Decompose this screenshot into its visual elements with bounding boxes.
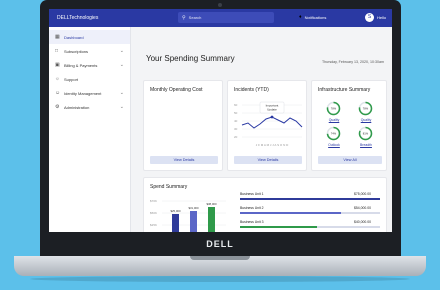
bar-label: $31,000 xyxy=(188,206,199,210)
svg-text:50: 50 xyxy=(234,111,238,115)
sidebar-item-label: Dashboard xyxy=(64,34,84,40)
bar-label: $38,000 xyxy=(206,202,217,206)
top-bar: DELLTechnologies ⚲ Search xyxy=(49,9,392,27)
card-title: Spend Summary xyxy=(150,184,188,190)
identity-icon: ☺ xyxy=(55,90,61,96)
svg-text:20: 20 xyxy=(234,135,238,139)
sidebar-item-support[interactable]: ☼ Support xyxy=(49,72,130,86)
ring-chart: 78% xyxy=(358,101,373,116)
svg-text:J F M A M J J A S O N D: J F M A M J J A S O N D xyxy=(256,143,289,147)
notifications-label: Notifications xyxy=(304,14,327,20)
brand-logo[interactable]: DELLTechnologies xyxy=(57,15,117,21)
card-spend-summary: Spend Summary $70K $50K $25K $25,000 $31,0… xyxy=(143,177,387,232)
date-label: Thursday, February 13, 2020, 10:30am xyxy=(321,60,384,64)
sidebar-item-label: Identity Management xyxy=(64,90,102,96)
business-unit-value: $54,000.00 xyxy=(354,206,371,210)
sidebar-item-identity[interactable]: ☺ Identity Management ⌄ xyxy=(49,86,130,100)
ring-label[interactable]: Quality xyxy=(354,118,378,122)
search-input[interactable]: ⚲ Search xyxy=(178,12,274,23)
sidebar-item-label: Subscriptions xyxy=(64,48,89,54)
card-title: Incidents (YTD) xyxy=(234,87,269,93)
sidebar-item-label: Support xyxy=(64,76,79,82)
search-placeholder: Search xyxy=(188,15,202,20)
chevron-down-icon: ⌄ xyxy=(119,48,124,54)
sidebar: ▦ Dashboard □ Subscriptions ⌄ ▣ Billing … xyxy=(49,27,131,232)
chevron-down-icon: ⌄ xyxy=(119,104,124,110)
card-incidents: Incidents (YTD) Important Update 60 50 40 3… xyxy=(227,80,307,171)
laptop-notch xyxy=(190,256,250,260)
bar-label: $25,000 xyxy=(170,209,181,213)
notifications-button[interactable]: ♦ Notifications xyxy=(299,14,326,20)
progress-fill xyxy=(240,226,317,228)
view-details-button[interactable]: View Details xyxy=(150,156,218,164)
card-operating-cost: Monthly Operating Cost View Details xyxy=(143,80,223,171)
ring-chart: 74% xyxy=(326,126,341,141)
business-unit-label: Business Unit 3 xyxy=(240,220,264,224)
ring-chart: 81% xyxy=(358,126,373,141)
laptop-logo: DELL xyxy=(206,239,234,249)
bar xyxy=(172,214,179,232)
business-unit-value: $75,000.00 xyxy=(354,192,371,196)
billing-icon: ▣ xyxy=(55,62,60,68)
svg-text:81%: 81% xyxy=(363,131,369,135)
spend-bar-chart: $70K $50K $25K $25,000 $31,000 $38,000 xyxy=(150,199,226,232)
svg-text:74%: 74% xyxy=(331,131,337,135)
card-title: Infrastructure Summary xyxy=(318,87,371,93)
subscriptions-icon: □ xyxy=(55,48,59,54)
tooltip-line-2: Update xyxy=(267,108,277,112)
incidents-line-chart: Important Update 6050403020 J F M A M J … xyxy=(234,101,303,147)
sidebar-item-dashboard[interactable]: ▦ Dashboard xyxy=(49,30,130,44)
main-content: Your Spending Summary Thursday, February… xyxy=(131,27,392,232)
progress-fill xyxy=(240,212,341,214)
svg-text:$70K: $70K xyxy=(150,199,157,203)
avatar[interactable]: S xyxy=(365,13,374,22)
view-details-button[interactable]: View Details xyxy=(234,156,302,164)
search-icon: ⚲ xyxy=(182,14,186,21)
ring-label[interactable]: Outlook xyxy=(322,143,346,147)
view-all-button[interactable]: View All xyxy=(318,156,382,164)
chevron-down-icon: ⌄ xyxy=(119,90,124,96)
bell-icon: ♦ xyxy=(299,14,302,20)
dashboard-icon: ▦ xyxy=(55,34,60,40)
sidebar-item-label: Billing & Payments xyxy=(64,62,98,68)
bar xyxy=(208,207,215,232)
progress-fill xyxy=(240,198,380,200)
support-icon: ☼ xyxy=(55,76,60,82)
laptop-shadow xyxy=(30,276,410,282)
screen: DELLTechnologies ⚲ Search ♦ Notification… xyxy=(49,9,392,232)
sidebar-item-administration[interactable]: ⚙ Administration ⌄ xyxy=(49,100,130,114)
sidebar-item-billing[interactable]: ▣ Billing & Payments ⌄ xyxy=(49,58,130,72)
svg-text:30: 30 xyxy=(234,127,238,131)
bar xyxy=(190,211,197,232)
business-unit-label: Business Unit 2 xyxy=(240,206,264,210)
ring-chart: 78% xyxy=(326,101,341,116)
webcam xyxy=(218,3,222,7)
sidebar-item-label: Administration xyxy=(64,104,90,110)
chevron-down-icon: ⌄ xyxy=(119,62,124,68)
ring-label[interactable]: Breadth xyxy=(354,143,378,147)
svg-text:40: 40 xyxy=(234,119,238,123)
user-name[interactable]: Hello xyxy=(377,15,386,20)
svg-text:78%: 78% xyxy=(363,106,369,110)
svg-text:60: 60 xyxy=(234,103,238,107)
card-title: Monthly Operating Cost xyxy=(150,87,203,93)
svg-text:$50K: $50K xyxy=(150,211,157,215)
business-unit-label: Business Unit 1 xyxy=(240,192,264,196)
svg-text:78%: 78% xyxy=(331,106,337,110)
admin-icon: ⚙ xyxy=(55,104,60,110)
card-infrastructure: Infrastructure Summary 78% Quality 78% Q… xyxy=(311,80,387,171)
ring-label[interactable]: Quality xyxy=(322,118,346,122)
sidebar-item-subscriptions[interactable]: □ Subscriptions ⌄ xyxy=(49,44,130,58)
business-unit-value: $40,000.00 xyxy=(354,220,371,224)
svg-text:$25K: $25K xyxy=(150,223,157,227)
page-title: Your Spending Summary xyxy=(146,54,235,63)
